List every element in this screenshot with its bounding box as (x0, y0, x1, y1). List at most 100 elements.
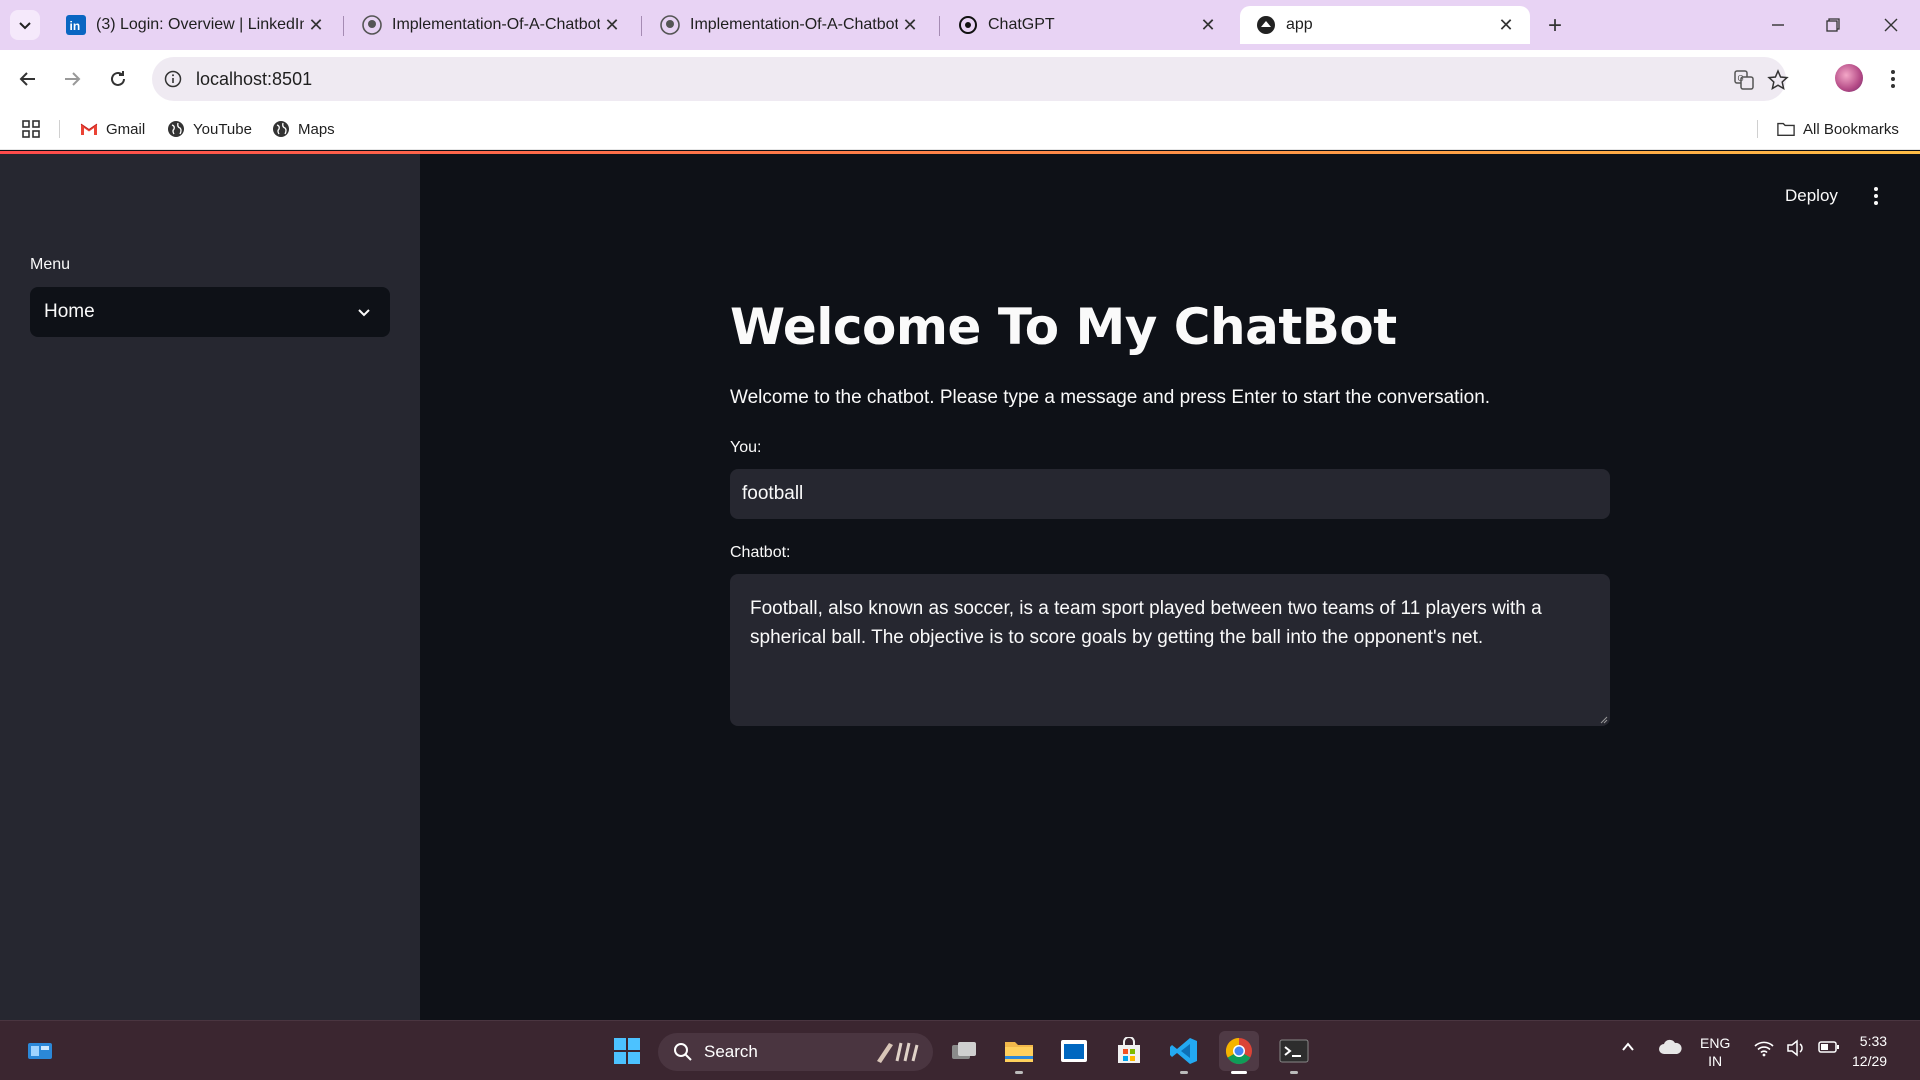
chrome-button[interactable] (1219, 1031, 1259, 1074)
user-message-value: football (742, 483, 804, 504)
restore-icon (1826, 18, 1840, 32)
tab-github-2[interactable]: Implementation-Of-A-Chatbot- ✕ (644, 6, 934, 44)
resize-grip-icon[interactable] (1598, 714, 1608, 724)
browser-toolbar: localhost:8501 G (0, 50, 1920, 108)
bookmark-label: YouTube (193, 120, 252, 138)
menu-select[interactable]: Home (30, 287, 390, 337)
vscode-button[interactable] (1164, 1031, 1204, 1074)
globe-icon (167, 120, 185, 138)
folder-icon (1777, 120, 1795, 138)
profile-avatar[interactable] (1835, 64, 1863, 92)
menu-selected-value: Home (44, 301, 95, 322)
bookmark-star-icon[interactable] (1766, 68, 1790, 92)
terminal-button[interactable] (1274, 1031, 1314, 1074)
app-button[interactable] (1054, 1031, 1094, 1071)
close-window-button[interactable] (1868, 8, 1914, 42)
start-button[interactable] (607, 1031, 647, 1071)
reload-button[interactable] (103, 64, 133, 94)
main-content: Deploy Welcome To My ChatBot Welcome to … (420, 154, 1920, 1020)
close-icon[interactable]: ✕ (898, 13, 922, 37)
tab-title: ChatGPT (988, 16, 1055, 33)
site-info-icon[interactable] (162, 68, 184, 90)
svg-text:G: G (1738, 74, 1744, 83)
reload-icon (111, 71, 125, 86)
search-icon (672, 1041, 694, 1063)
close-icon[interactable]: ✕ (304, 13, 328, 37)
chatbot-response-textarea[interactable]: Football, also known as soccer, is a tea… (730, 574, 1610, 726)
volume-icon (1787, 1039, 1803, 1057)
chevron-down-icon (352, 300, 376, 324)
onedrive-button[interactable] (1658, 1039, 1682, 1058)
bookmark-maps[interactable]: Maps (272, 118, 335, 140)
tab-divider (641, 16, 642, 36)
taskbar-search[interactable]: Search (658, 1033, 933, 1071)
back-button[interactable] (13, 64, 43, 94)
close-icon[interactable]: ✕ (600, 13, 624, 37)
apps-button[interactable] (22, 118, 48, 140)
you-label: You: (730, 439, 762, 456)
restore-button[interactable] (1810, 8, 1856, 42)
quick-settings-button[interactable] (1754, 1039, 1840, 1057)
search-highlight-icon (877, 1042, 919, 1063)
chatbot-response-text: Football, also known as soccer, is a tea… (750, 598, 1542, 648)
bookmark-gmail[interactable]: Gmail (80, 118, 145, 140)
terminal-icon (1279, 1039, 1309, 1063)
running-indicator (1290, 1071, 1298, 1074)
deploy-button[interactable]: Deploy (1785, 186, 1838, 206)
tab-title: app (1286, 16, 1313, 33)
arrow-right-icon (65, 72, 81, 86)
github-icon (362, 15, 382, 35)
running-indicator (1231, 1071, 1247, 1074)
store-icon (1118, 1037, 1140, 1063)
tab-chatgpt[interactable]: ChatGPT ✕ (942, 6, 1232, 44)
github-icon (660, 15, 680, 35)
microsoft-store-button[interactable] (1109, 1031, 1149, 1071)
widgets-icon (28, 1043, 52, 1059)
widgets-button[interactable] (20, 1031, 60, 1071)
streamlit-icon (1256, 15, 1276, 35)
browser-tab-strip: in (3) Login: Overview | LinkedIn ✕ Impl… (0, 0, 1920, 50)
more-vertical-icon (1891, 70, 1895, 88)
chatgpt-icon (958, 15, 978, 35)
bookmarks-divider (1757, 120, 1758, 138)
bookmark-label: Gmail (106, 120, 146, 138)
close-icon[interactable]: ✕ (1494, 13, 1518, 37)
tab-title: Implementation-Of-A-Chatbot- (392, 16, 600, 33)
battery-icon (1818, 1041, 1839, 1053)
close-icon[interactable]: ✕ (1196, 13, 1220, 37)
clock-button[interactable]: 5:33 12/29 (1852, 1031, 1887, 1071)
screen: in (3) Login: Overview | LinkedIn ✕ Impl… (0, 0, 1920, 1080)
svg-text:in: in (70, 19, 81, 33)
forward-button[interactable] (57, 64, 87, 94)
globe-icon (272, 120, 290, 138)
tab-app[interactable]: app ✕ (1240, 6, 1530, 44)
page-title: Welcome To My ChatBot (730, 298, 1397, 356)
wifi-icon (1754, 1041, 1774, 1057)
show-hidden-icons-button[interactable] (1620, 1039, 1636, 1058)
address-bar[interactable]: localhost:8501 G (152, 57, 1789, 101)
minimize-icon (1772, 24, 1784, 26)
new-tab-button[interactable]: + (1540, 11, 1570, 41)
tab-search-button[interactable] (10, 10, 40, 40)
tab-divider (939, 16, 940, 36)
all-bookmarks-button[interactable]: All Bookmarks (1777, 118, 1899, 140)
bookmarks-bar: Gmail YouTube Maps All Bookmarks (0, 108, 1920, 150)
tab-linkedin[interactable]: in (3) Login: Overview | LinkedIn ✕ (50, 6, 340, 44)
chatbot-label: Chatbot: (730, 544, 791, 561)
task-view-button[interactable] (944, 1031, 984, 1071)
windows-taskbar: Search ENG IN 5:33 12/29 (0, 1020, 1920, 1080)
clock-time: 5:33 (1859, 1033, 1888, 1049)
folder-icon (1005, 1042, 1033, 1062)
user-message-input[interactable]: football (730, 469, 1610, 519)
url-text: localhost:8501 (196, 69, 313, 89)
minimize-button[interactable] (1755, 8, 1801, 42)
tab-github-1[interactable]: Implementation-Of-A-Chatbot- ✕ (346, 6, 636, 44)
app-menu-button[interactable] (1864, 184, 1888, 208)
translate-icon[interactable]: G (1732, 68, 1756, 92)
input-language-button[interactable]: ENG IN (1700, 1034, 1730, 1070)
bookmark-youtube[interactable]: YouTube (167, 118, 252, 140)
file-explorer-button[interactable] (999, 1031, 1039, 1074)
bookmarks-divider (59, 120, 60, 138)
chrome-menu-button[interactable] (1878, 64, 1908, 94)
cloud-icon (1659, 1039, 1682, 1054)
